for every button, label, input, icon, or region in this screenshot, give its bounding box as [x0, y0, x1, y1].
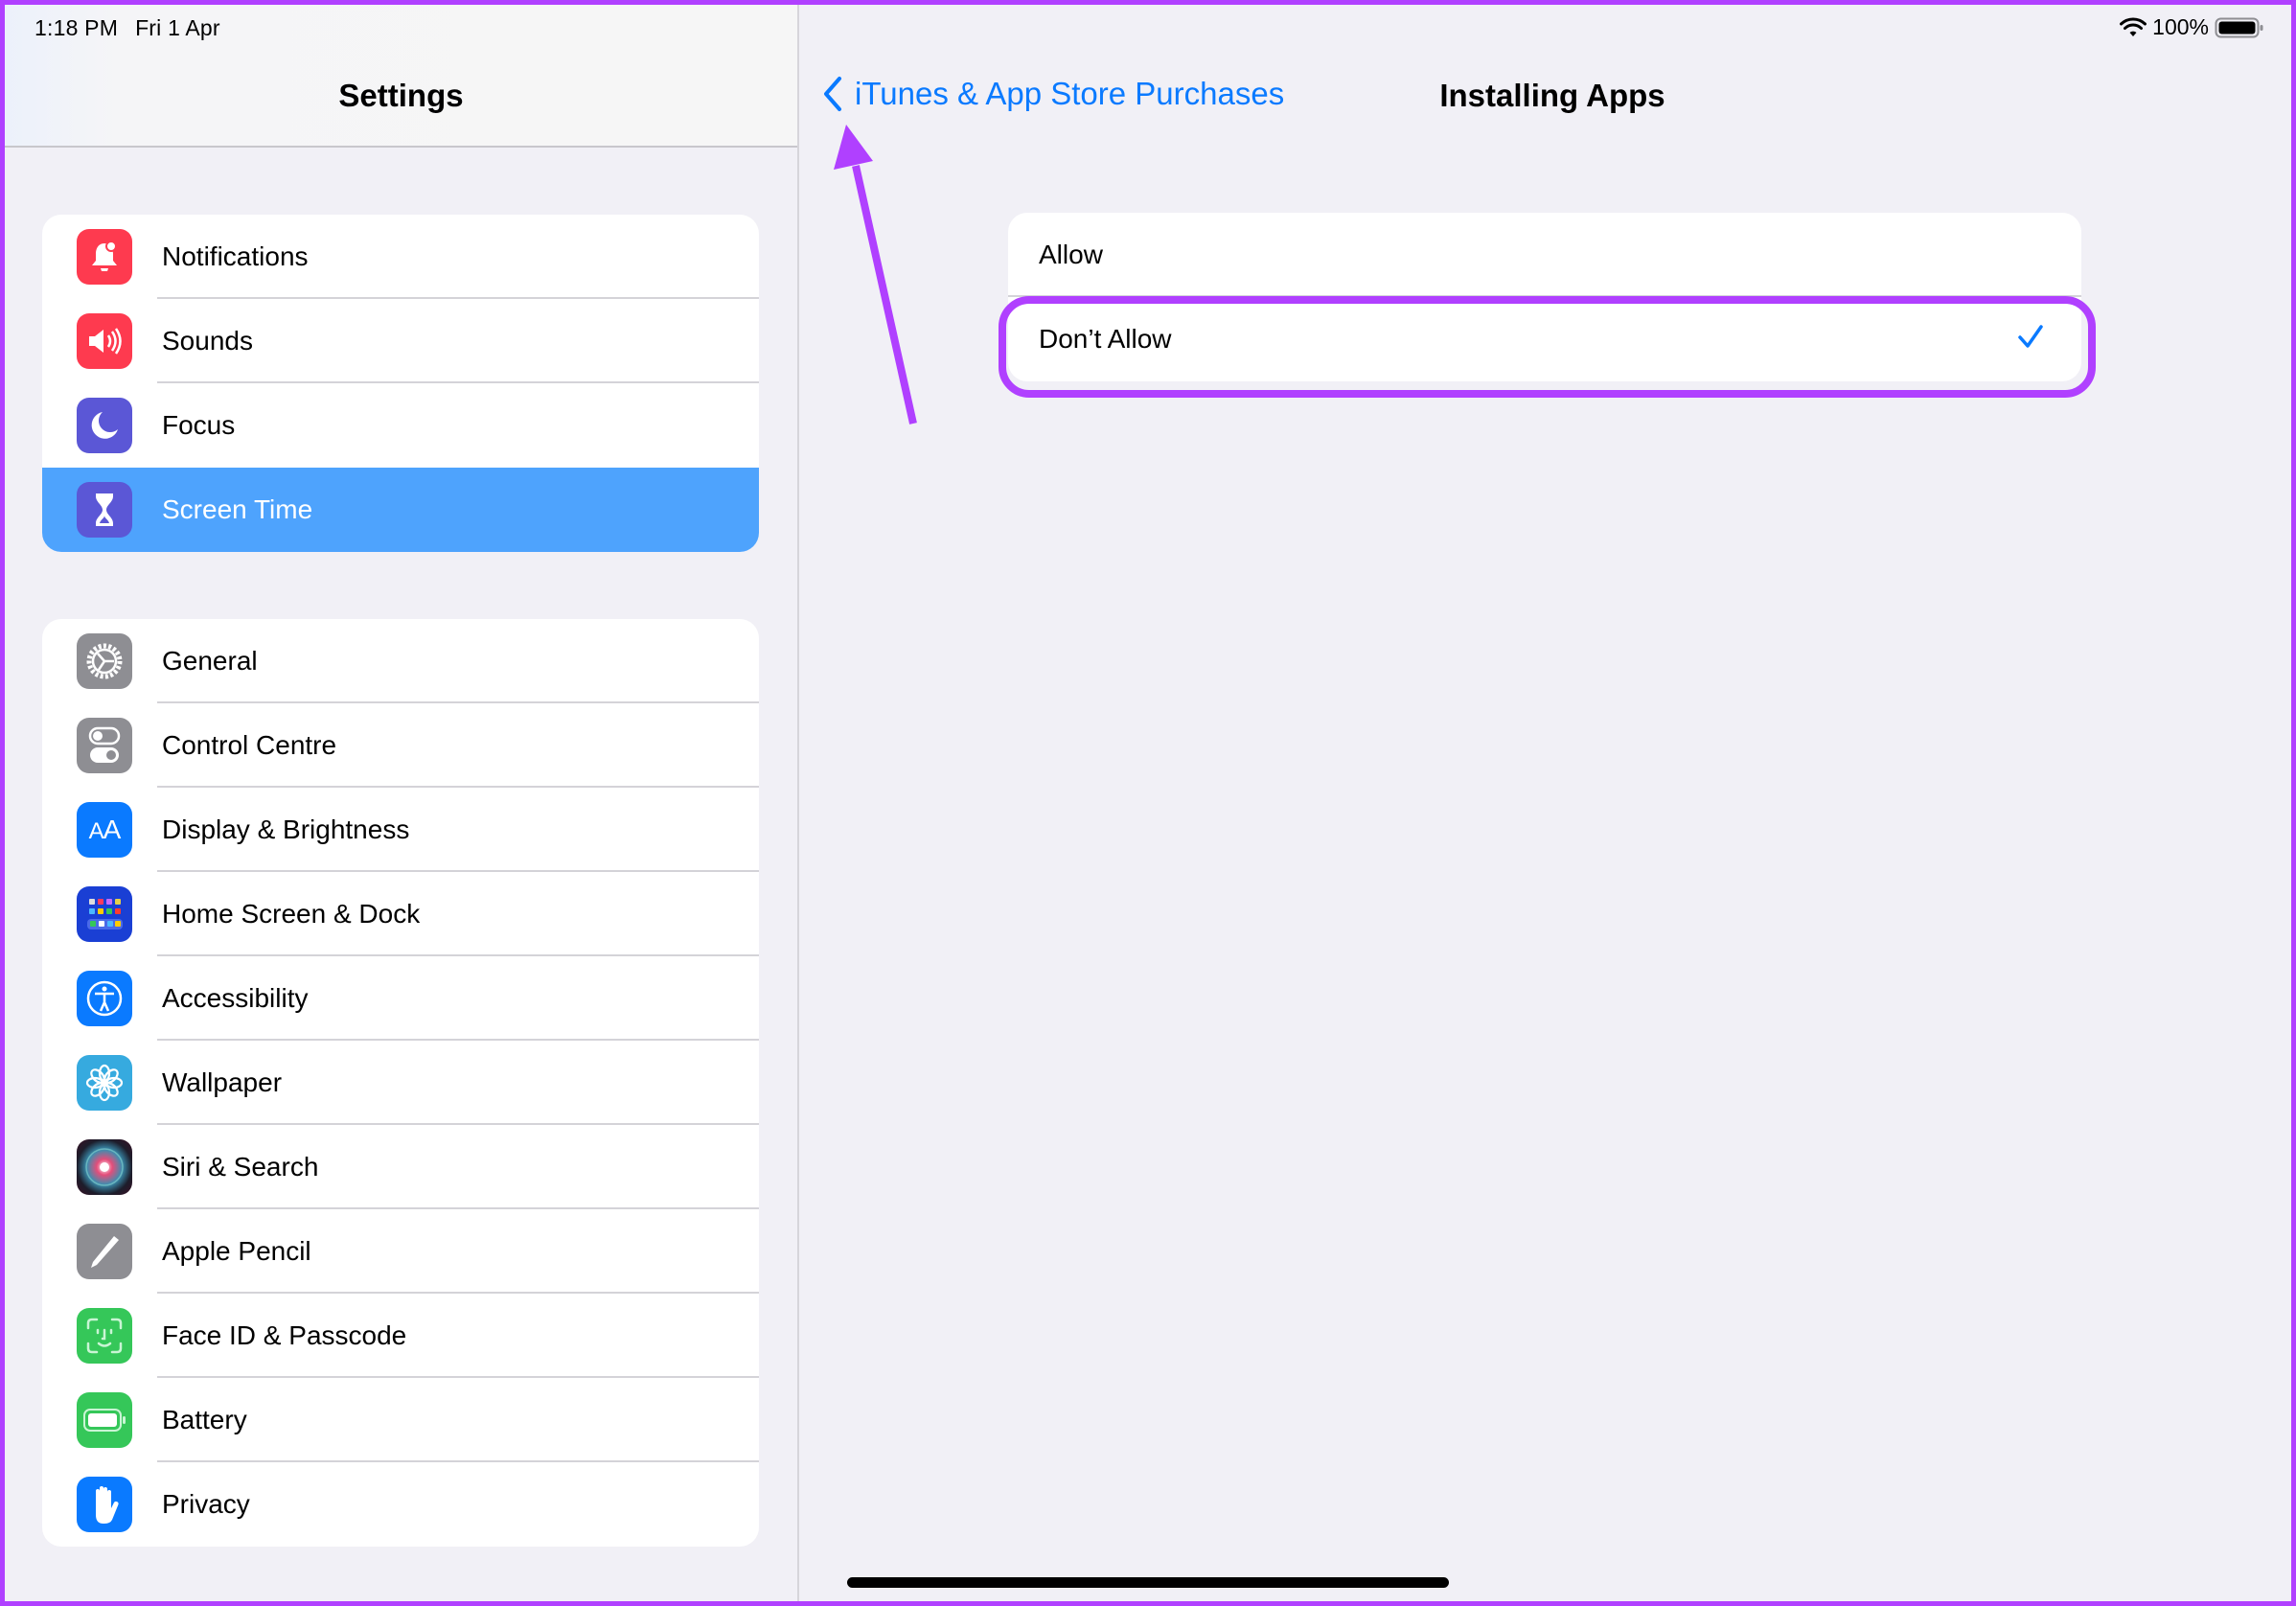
sidebar-item-apple-pencil[interactable]: Apple Pencil — [42, 1209, 759, 1294]
hand-icon — [77, 1477, 132, 1532]
sidebar-item-notifications[interactable]: Notifications — [42, 215, 759, 299]
sidebar-item-accessibility[interactable]: Accessibility — [42, 956, 759, 1041]
bell-badge-icon — [77, 229, 132, 285]
settings-sidebar: 1:18 PM Fri 1 Apr Settings Notifications … — [5, 5, 799, 1601]
page-title: Installing Apps — [1439, 78, 1665, 113]
sidebar-item-label: Display & Brightness — [162, 814, 410, 844]
sidebar-item-label: Home Screen & Dock — [162, 899, 421, 929]
back-button[interactable]: iTunes & App Store Purchases — [822, 76, 1284, 112]
sidebar-item-screen-time[interactable]: Screen Time — [42, 468, 759, 552]
moon-icon — [77, 398, 132, 453]
sidebar-item-label: Sounds — [162, 326, 253, 356]
sidebar-item-label: General — [162, 646, 258, 676]
speaker-wave-icon — [77, 313, 132, 369]
status-date: Fri 1 Apr — [135, 15, 220, 40]
sidebar-item-label: Control Centre — [162, 730, 337, 760]
battery-percent: 100% — [2152, 14, 2209, 39]
status-bar-datetime: 1:18 PM Fri 1 Apr — [34, 15, 238, 41]
sidebar-item-wallpaper[interactable]: Wallpaper — [42, 1041, 759, 1125]
sidebar-item-label: Wallpaper — [162, 1067, 283, 1097]
status-time: 1:18 PM — [34, 15, 119, 40]
text-size-icon: AA — [77, 802, 132, 858]
sidebar-item-label: Notifications — [162, 241, 309, 271]
app-grid-icon — [77, 886, 132, 942]
option-dont-allow[interactable]: Don’t Allow — [1008, 297, 2081, 381]
installing-apps-options: Allow Don’t Allow — [1008, 213, 2081, 381]
sidebar-item-label: Apple Pencil — [162, 1236, 311, 1266]
battery-full-icon — [2215, 17, 2263, 37]
back-button-label: iTunes & App Store Purchases — [855, 76, 1285, 111]
home-indicator[interactable] — [847, 1577, 1449, 1588]
option-allow[interactable]: Allow — [1008, 213, 2081, 297]
settings-group-2: General Control Centre AA Display & Brig… — [42, 619, 759, 1547]
settings-group-1: Notifications Sounds Focus Screen Time — [42, 215, 759, 552]
pencil-icon — [77, 1224, 132, 1279]
option-label: Allow — [1039, 240, 1103, 269]
sidebar-item-siri-search[interactable]: Siri & Search — [42, 1125, 759, 1209]
sidebar-item-label: Siri & Search — [162, 1152, 319, 1182]
option-label: Don’t Allow — [1039, 324, 1172, 354]
face-id-icon — [77, 1308, 132, 1364]
sidebar-item-label: Screen Time — [162, 494, 313, 524]
hourglass-icon — [77, 482, 132, 538]
sidebar-item-label: Battery — [162, 1405, 247, 1434]
ipad-screen: 1:18 PM Fri 1 Apr Settings Notifications … — [5, 5, 2291, 1601]
sidebar-header: 1:18 PM Fri 1 Apr Settings — [5, 5, 797, 148]
sidebar-item-focus[interactable]: Focus — [42, 383, 759, 468]
checkmark-icon — [2018, 325, 2043, 348]
sidebar-item-battery[interactable]: Battery — [42, 1378, 759, 1462]
status-bar-right: 100% — [2120, 14, 2264, 40]
battery-icon — [77, 1392, 132, 1448]
siri-icon — [77, 1139, 132, 1195]
sidebar-item-general[interactable]: General — [42, 619, 759, 703]
sidebar-item-privacy[interactable]: Privacy — [42, 1462, 759, 1547]
sidebar-item-home-screen-dock[interactable]: Home Screen & Dock — [42, 872, 759, 956]
gear-icon — [77, 633, 132, 689]
sidebar-item-label: Privacy — [162, 1489, 250, 1519]
sidebar-item-label: Accessibility — [162, 983, 309, 1013]
sidebar-item-face-id-passcode[interactable]: Face ID & Passcode — [42, 1294, 759, 1378]
sidebar-item-control-centre[interactable]: Control Centre — [42, 703, 759, 788]
wifi-icon — [2120, 16, 2147, 36]
toggles-icon — [77, 718, 132, 773]
flower-icon — [77, 1055, 132, 1111]
sidebar-item-label: Focus — [162, 410, 236, 440]
accessibility-icon — [77, 971, 132, 1026]
sidebar-item-sounds[interactable]: Sounds — [42, 299, 759, 383]
chevron-left-icon — [824, 77, 841, 111]
sidebar-title: Settings — [338, 78, 464, 113]
sidebar-item-label: Face ID & Passcode — [162, 1320, 407, 1350]
sidebar-item-display-brightness[interactable]: AA Display & Brightness — [42, 788, 759, 872]
